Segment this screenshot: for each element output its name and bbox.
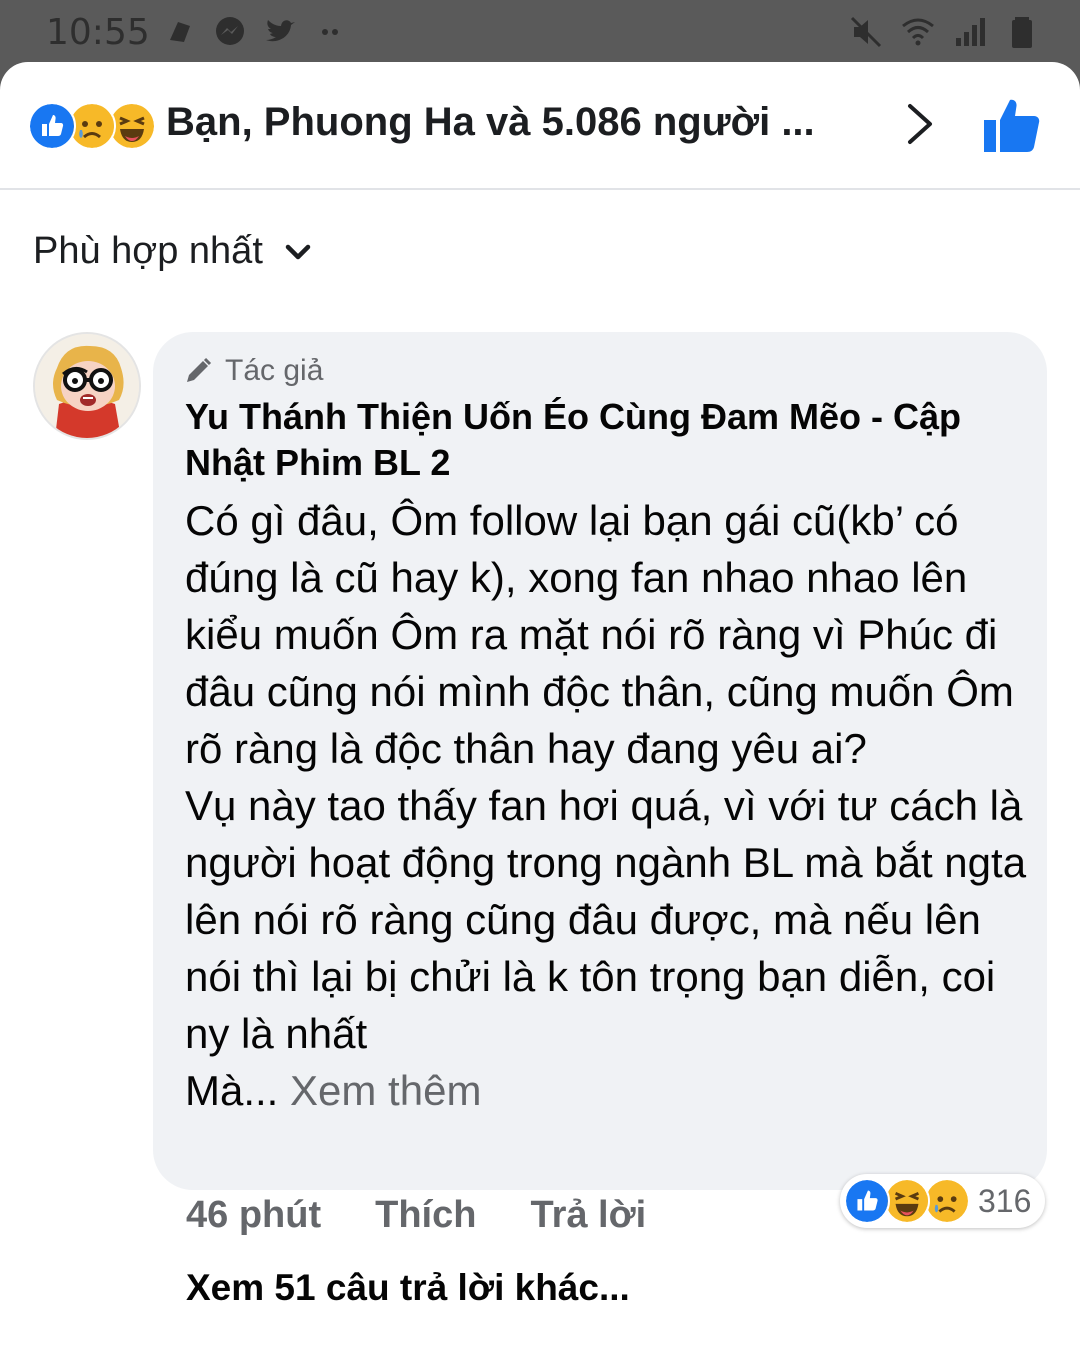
messenger-icon (216, 17, 244, 45)
app-notification-icon (170, 22, 190, 42)
comment-body: Có gì đâu, Ôm follow lại bạn gái cũ(kb’ … (185, 492, 1035, 1119)
mute-icon (850, 16, 882, 48)
view-more-replies-link[interactable]: Xem 51 câu trả lời khác... (186, 1267, 630, 1309)
avatar-image (35, 334, 139, 438)
sheet-header: Bạn, Phuong Ha và 5.086 người ... (0, 62, 1080, 190)
like-reaction-icon (28, 102, 76, 150)
haha-reaction-icon (884, 1178, 930, 1224)
signal-icon (956, 18, 985, 46)
like-reaction-icon (844, 1178, 890, 1224)
comment-text: Có gì đâu, Ôm follow lại bạn gái cũ(kb’ … (185, 497, 1027, 1114)
sort-dropdown[interactable]: Phù hợp nhất (33, 230, 313, 273)
comment-reaction-count[interactable]: 316 (840, 1174, 1046, 1228)
comment-bubble[interactable]: Tác giả Yu Thánh Thiện Uốn Éo Cùng Đam M… (153, 332, 1047, 1190)
reaction-count: 316 (978, 1182, 1032, 1219)
avatar[interactable] (33, 332, 141, 440)
sort-label: Phù hợp nhất (33, 230, 263, 272)
reactors-summary[interactable]: Bạn, Phuong Ha và 5.086 người ... (166, 100, 866, 145)
chevron-right-icon[interactable] (900, 100, 940, 148)
status-bar: 10:55 (0, 0, 1080, 66)
thumbs-up-icon[interactable] (980, 94, 1042, 156)
clock: 10:55 (46, 12, 150, 53)
wifi-icon (902, 18, 934, 46)
reply-action-button[interactable]: Trả lời (530, 1194, 646, 1237)
see-more-link[interactable]: Xem thêm (290, 1067, 481, 1114)
battery-icon (1012, 17, 1032, 48)
system-icons (848, 14, 1040, 50)
chevron-down-icon (285, 244, 311, 259)
pencil-icon (187, 357, 212, 382)
comment-time: 46 phút (186, 1194, 322, 1236)
comment-actions: 46 phút Thích Trả lời (186, 1194, 700, 1237)
more-dots-icon (322, 29, 338, 35)
author-badge-label: Tác giả (225, 354, 324, 387)
twitter-icon (266, 20, 295, 42)
reactions-sheet: Bạn, Phuong Ha và 5.086 người ... Phù hợ… (0, 62, 1080, 1345)
notification-icons (162, 16, 348, 48)
like-action-button[interactable]: Thích (375, 1194, 476, 1237)
sad-reaction-icon (924, 1178, 970, 1224)
comment-author[interactable]: Yu Thánh Thiện Uốn Éo Cùng Đam Mẽo - Cập… (185, 394, 1015, 486)
author-badge: Tác giả (183, 354, 323, 388)
reaction-summary-icons[interactable] (28, 102, 158, 150)
